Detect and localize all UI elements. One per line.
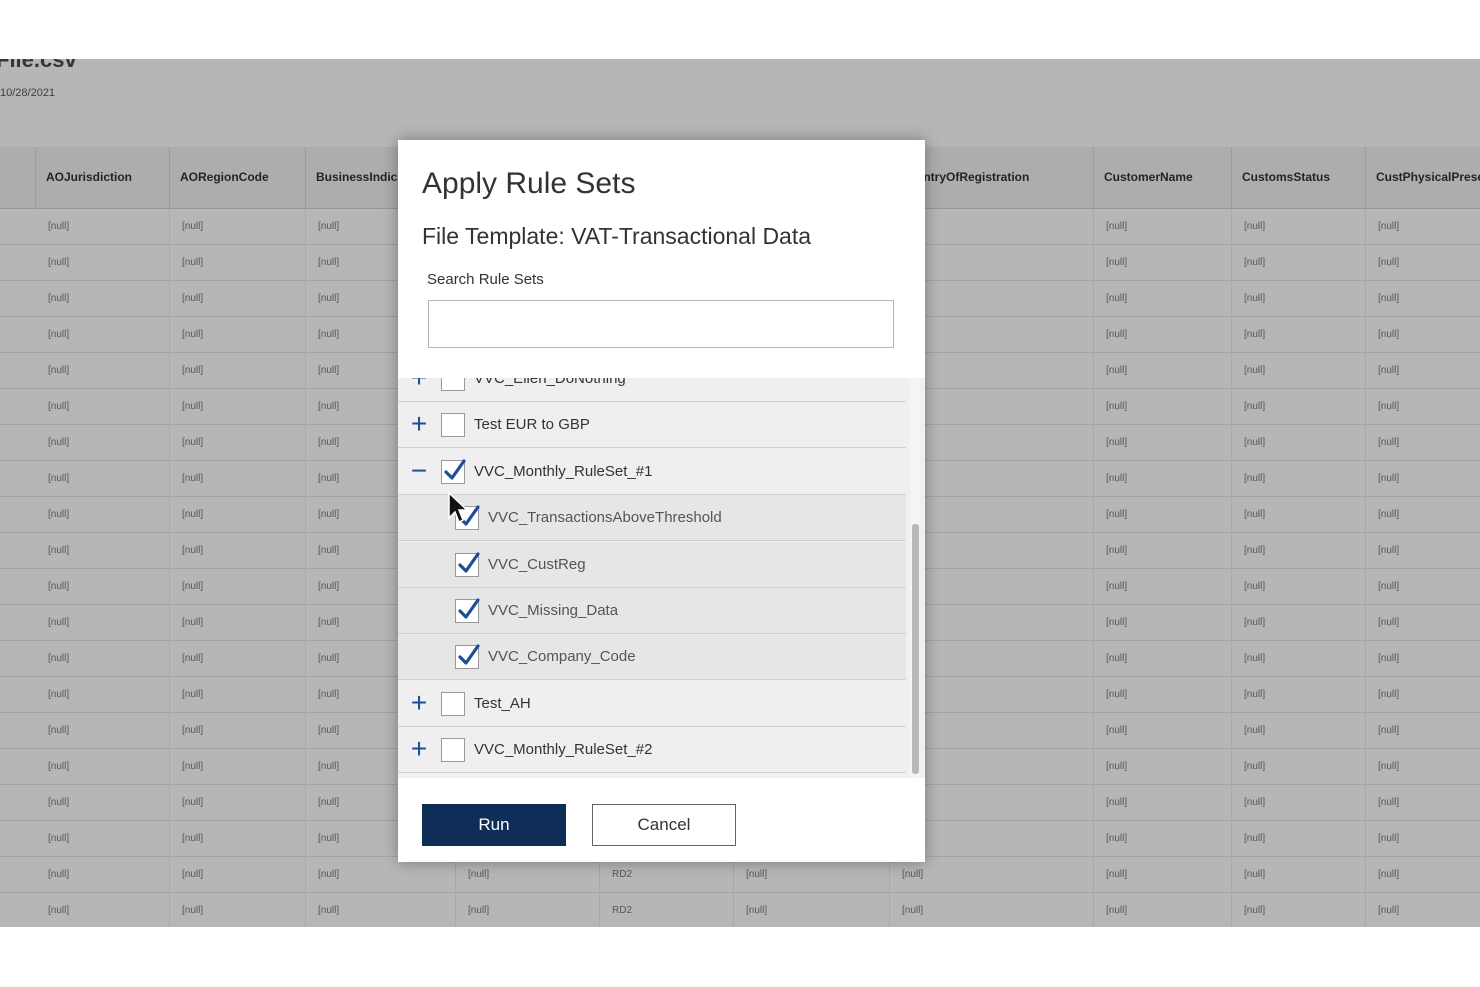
rule-checkbox[interactable] <box>441 459 466 484</box>
rule-label: VVC_Monthly_RuleSet_#1 <box>474 462 653 480</box>
expand-icon[interactable]: + <box>408 688 430 716</box>
rule-label: VVC_TransactionsAboveThreshold <box>488 509 722 527</box>
list-scrollbar[interactable] <box>910 378 920 778</box>
run-button[interactable]: Run <box>422 804 566 846</box>
rule-list-item[interactable]: + Test EUR to GBP <box>398 402 906 449</box>
rule-list-child-item[interactable]: VVC_Company_Code <box>398 634 906 681</box>
rule-checkbox[interactable] <box>455 644 480 670</box>
rule-list-item[interactable]: + VVC_Monthly_RuleSet_#2 <box>398 727 906 774</box>
rule-list-child-item[interactable]: VVC_TransactionsAboveThreshold <box>398 495 906 542</box>
rule-checkbox[interactable] <box>455 598 480 623</box>
checkmark-icon <box>458 644 480 665</box>
checkmark-icon <box>458 551 480 573</box>
rule-checkbox[interactable] <box>441 691 465 716</box>
rule-set-list: + VVC_Ellen_DoNothing + Test EUR to GBP − VVC… <box>398 378 925 778</box>
checkmark-icon <box>458 598 480 619</box>
rule-label: VVC_CustReg <box>488 555 586 573</box>
rule-checkbox[interactable] <box>441 378 465 391</box>
rule-label: VVC_Monthly_RuleSet_#2 <box>474 741 653 759</box>
rule-list-child-item[interactable]: VVC_Missing_Data <box>398 588 906 634</box>
rule-list-item[interactable]: + Test_AH <box>398 680 906 727</box>
cancel-button[interactable]: Cancel <box>592 804 736 846</box>
rule-label: Test EUR to GBP <box>474 416 590 434</box>
checkmark-icon <box>444 459 466 480</box>
scrollbar-thumb[interactable] <box>912 524 919 774</box>
rule-label: VVC_Company_Code <box>488 648 636 666</box>
search-label: Search Rule Sets <box>427 271 544 288</box>
rule-label: VVC_Missing_Data <box>488 602 619 619</box>
rule-label: VVC_Ellen_DoNothing <box>474 378 626 387</box>
rule-checkbox[interactable] <box>441 738 465 763</box>
rule-list-item[interactable]: − VVC_Monthly_RuleSet_#1 <box>398 448 906 495</box>
expand-icon[interactable]: + <box>408 410 430 438</box>
apply-rule-sets-dialog: Apply Rule Sets File Template: VAT-Trans… <box>398 140 925 862</box>
rule-checkbox[interactable] <box>455 551 480 577</box>
expand-icon[interactable]: + <box>408 735 430 763</box>
rule-list-child-item[interactable]: VVC_CustReg <box>398 541 906 588</box>
rule-checkbox[interactable] <box>441 413 465 438</box>
rule-list-item[interactable]: + VVC_Ellen_DoNothing <box>398 378 906 402</box>
collapse-icon[interactable]: − <box>408 456 430 484</box>
file-template-label: File Template: VAT-Transactional Data <box>422 223 812 249</box>
search-rule-sets-input[interactable] <box>428 300 894 348</box>
mouse-cursor-icon <box>448 491 470 531</box>
dialog-title: Apply Rule Sets <box>422 167 636 200</box>
expand-icon[interactable]: + <box>408 378 430 392</box>
rule-label: Test_AH <box>474 694 531 712</box>
